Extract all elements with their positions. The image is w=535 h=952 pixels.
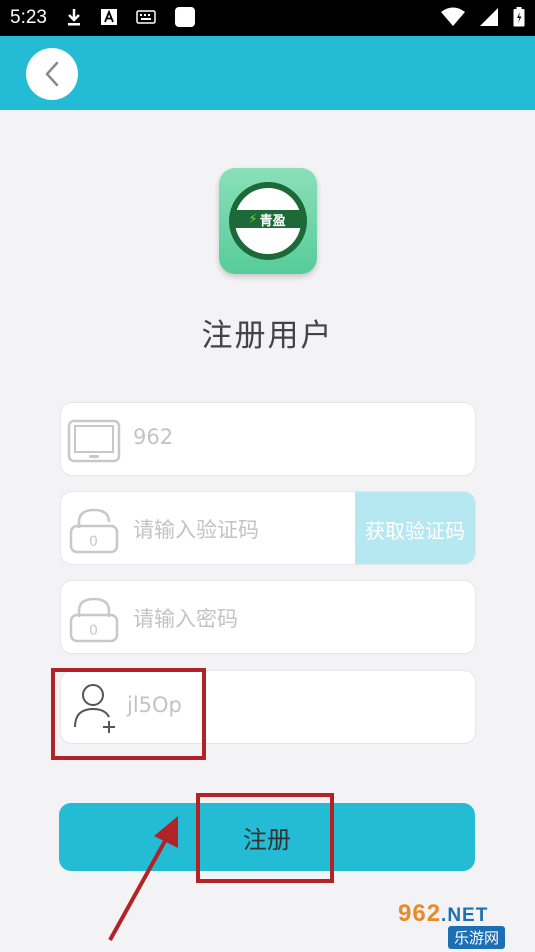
status-notification-icons <box>66 6 196 28</box>
lock-icon: 0 <box>69 597 119 643</box>
tablet-icon <box>67 419 121 463</box>
verify-code-field[interactable]: 0 请输入验证码 获取验证码 <box>60 491 476 565</box>
logo-ring: ⚡ 青盈 <box>229 182 307 260</box>
watermark-logo: 962.NET <box>398 900 488 928</box>
annotation-arrow-icon <box>108 816 178 941</box>
phone-field[interactable]: 962 <box>60 402 476 476</box>
password-input[interactable]: 请输入密码 <box>133 603 238 633</box>
page-title: 注册用户 <box>201 318 334 354</box>
watermark: 962.NET 乐游网 <box>396 900 532 950</box>
watermark-number: 962 <box>398 900 442 927</box>
status-time: 5:23 <box>10 7 47 28</box>
signal-icon <box>480 8 498 26</box>
app-notification-icon <box>175 7 195 27</box>
logo-text: 青盈 <box>259 213 286 229</box>
logo-band: ⚡ 青盈 <box>231 210 303 229</box>
watermark-net: .NET <box>441 905 489 926</box>
lock-icon: 0 <box>69 508 119 554</box>
download-icon <box>68 9 80 26</box>
font-icon <box>101 9 117 25</box>
phone-input[interactable]: 962 <box>133 425 173 449</box>
status-bar: 5:23 <box>0 0 535 36</box>
bolt-icon: ⚡ <box>248 211 258 227</box>
verify-code-input[interactable]: 请输入验证码 <box>133 514 259 544</box>
back-button[interactable] <box>26 48 78 100</box>
app-header <box>0 36 535 110</box>
status-system-icons <box>441 7 525 27</box>
app-logo: ⚡ 青盈 <box>219 168 317 274</box>
svg-text:0: 0 <box>89 623 98 639</box>
svg-text:0: 0 <box>89 534 98 550</box>
battery-icon <box>513 7 525 27</box>
highlight-box-register <box>196 793 334 883</box>
get-code-button[interactable]: 获取验证码 <box>355 492 475 564</box>
keyboard-icon <box>136 10 156 24</box>
watermark-site-name: 乐游网 <box>448 926 506 949</box>
chevron-left-icon <box>45 61 59 87</box>
highlight-box-invite <box>51 668 206 760</box>
wifi-icon <box>441 7 465 26</box>
password-field[interactable]: 0 请输入密码 <box>60 580 476 654</box>
